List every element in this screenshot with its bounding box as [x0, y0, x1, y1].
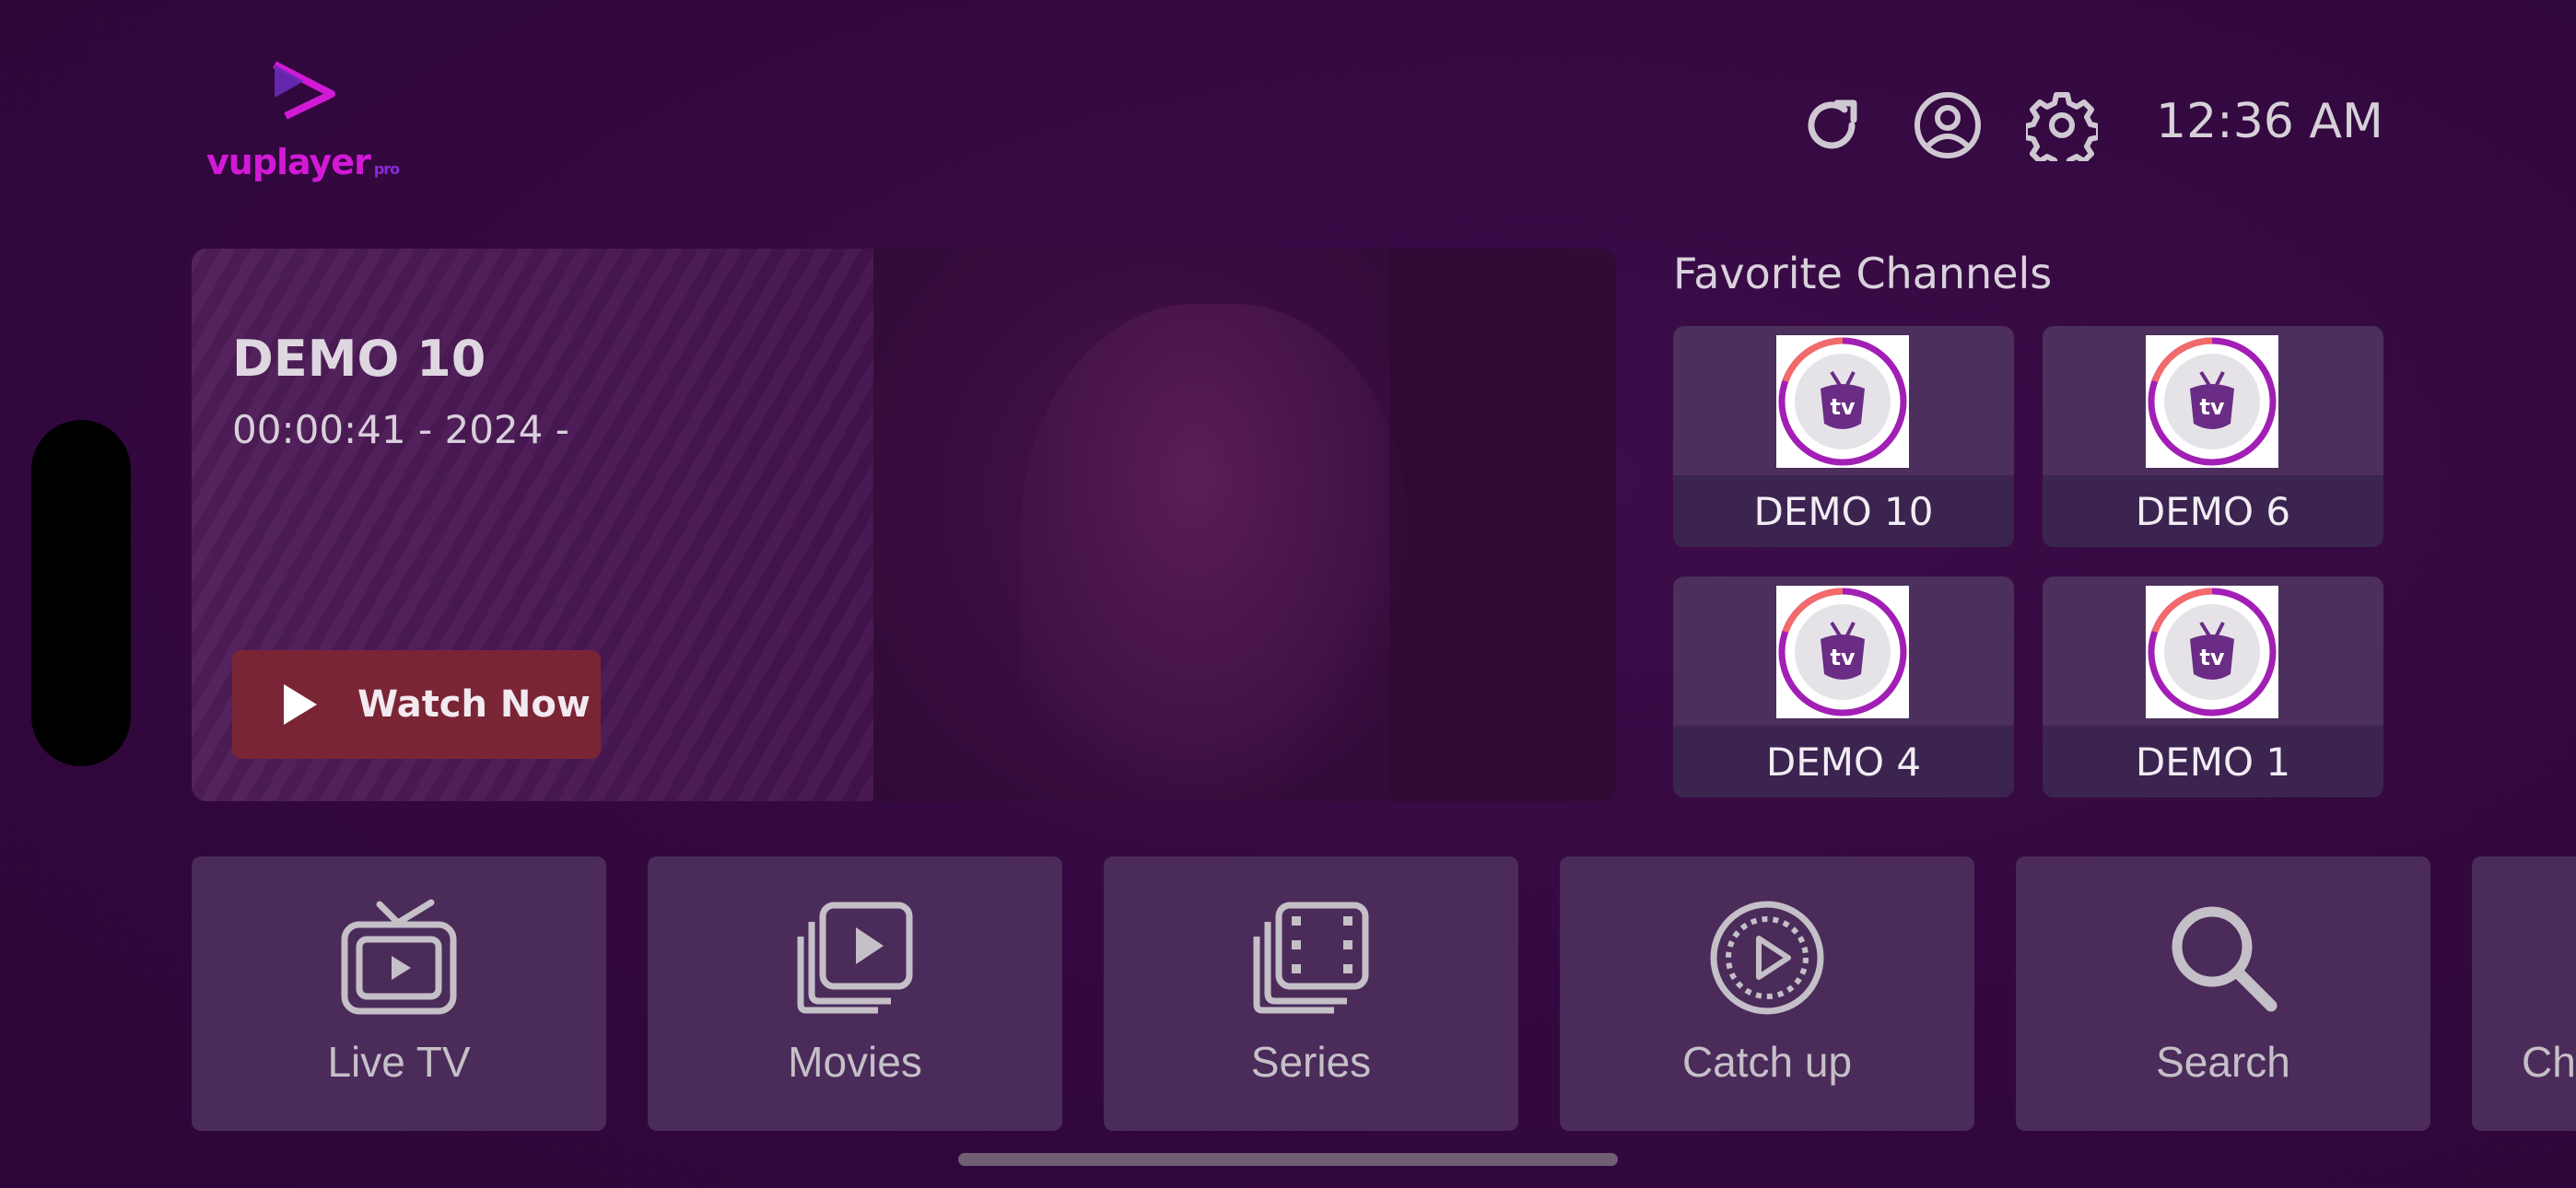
tv-icon: [341, 899, 457, 1015]
refresh-button[interactable]: [1795, 88, 1868, 162]
search-icon: [2172, 906, 2277, 1012]
device-notch: [31, 420, 131, 766]
logo-play-icon: [273, 61, 335, 120]
menu-movies[interactable]: Movies: [648, 856, 1062, 1131]
account-button[interactable]: [1911, 88, 1985, 162]
channel-logo: tv: [2146, 586, 2278, 718]
menu-label: Movies: [788, 1038, 922, 1086]
app-logo: vuplayer pro: [203, 61, 400, 190]
svg-text:tv: tv: [1830, 394, 1855, 420]
tv-logo-icon: tv: [2148, 337, 2277, 466]
settings-icon: [2026, 92, 2098, 161]
favorite-channel-card[interactable]: tv DEMO 4: [1673, 577, 2014, 798]
home-indicator[interactable]: [958, 1153, 1618, 1166]
svg-text:tv: tv: [2199, 394, 2224, 420]
favorites-heading: Favorite Channels: [1673, 249, 2053, 298]
featured-subtitle: 00:00:41 - 2024 -: [232, 407, 569, 452]
channel-logo: tv: [1776, 586, 1909, 718]
favorite-channel-card[interactable]: tv DEMO 1: [2043, 577, 2383, 798]
menu-catch-up[interactable]: Catch up: [1560, 856, 1974, 1131]
tv-logo-icon: tv: [1778, 337, 1907, 466]
watch-now-label: Watch Now: [357, 683, 591, 726]
play-icon: [284, 684, 317, 725]
movies-icon: [797, 902, 913, 1014]
channel-name: DEMO 4: [1673, 726, 2014, 798]
channel-name: DEMO 10: [1673, 475, 2014, 547]
channel-logo: tv: [2146, 335, 2278, 468]
menu-partial-tile[interactable]: Ch: [2472, 856, 2576, 1131]
tv-logo-icon: tv: [2148, 588, 2277, 716]
catch-up-icon: [1710, 901, 1824, 1015]
watch-now-button[interactable]: Watch Now: [232, 650, 601, 759]
clock: 12:36 AM: [2156, 94, 2383, 149]
featured-banner[interactable]: DEMO 10 00:00:41 - 2024 - Watch Now: [192, 249, 1616, 801]
channel-name: DEMO 1: [2043, 726, 2383, 798]
series-icon: [1253, 902, 1369, 1014]
menu-search[interactable]: Search: [2016, 856, 2430, 1131]
favorite-channel-card[interactable]: tv DEMO 10: [1673, 326, 2014, 547]
menu-live-tv[interactable]: Live TV: [192, 856, 606, 1131]
channel-name: DEMO 6: [2043, 475, 2383, 547]
menu-label: Live TV: [327, 1038, 471, 1086]
menu-label: Series: [1250, 1038, 1372, 1086]
svg-text:tv: tv: [2199, 645, 2224, 670]
account-icon: [1914, 92, 1981, 158]
channel-logo: tv: [1776, 335, 1909, 468]
settings-button[interactable]: [2025, 88, 2099, 162]
tv-logo-icon: tv: [1778, 588, 1907, 716]
featured-title: DEMO 10: [232, 330, 486, 388]
favorite-channel-card[interactable]: tv DEMO 6: [2043, 326, 2383, 547]
svg-text:tv: tv: [1830, 645, 1855, 670]
refresh-icon: [1808, 99, 1857, 149]
menu-label: Ch: [2522, 1038, 2576, 1086]
menu-series[interactable]: Series: [1104, 856, 1518, 1131]
menu-label: Catch up: [1681, 1038, 1853, 1086]
logo-wordmark: vuplayer pro: [206, 142, 400, 182]
menu-label: Search: [2156, 1038, 2290, 1086]
